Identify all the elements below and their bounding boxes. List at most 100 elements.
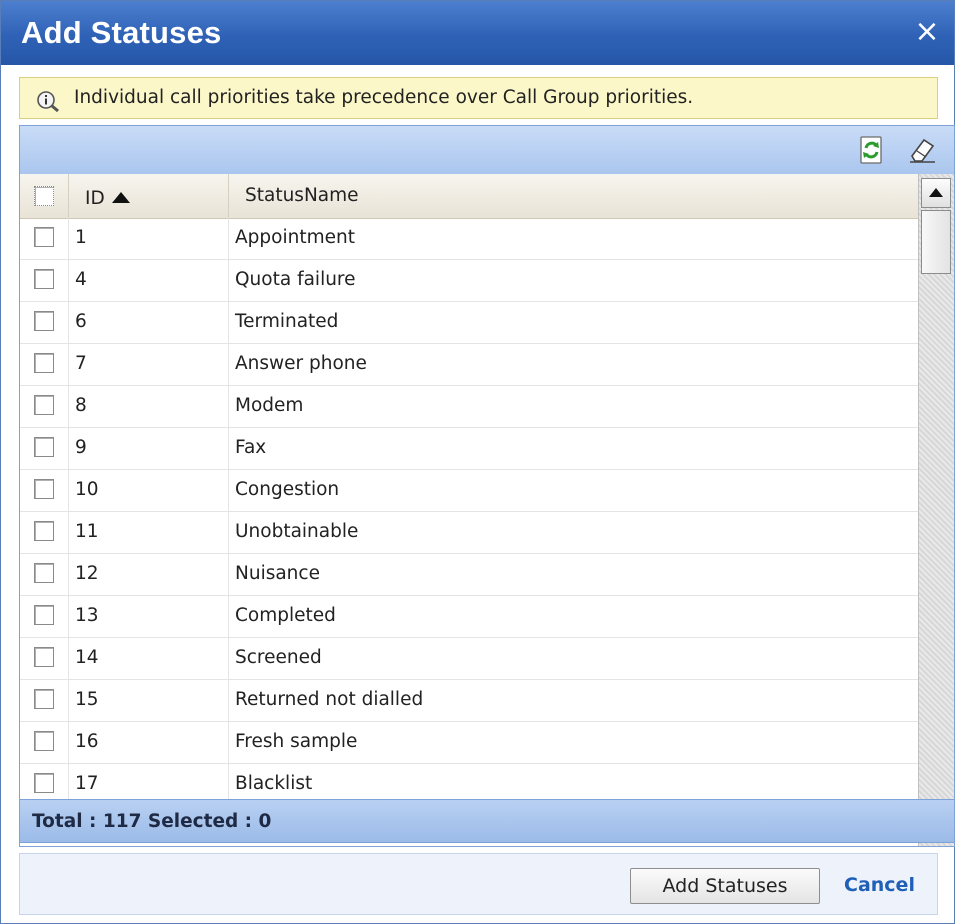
info-magnifier-icon: [36, 90, 60, 116]
row-id-cell: 9: [69, 428, 229, 470]
row-id-cell: 16: [69, 722, 229, 764]
selection-summary: Total : 117 Selected : 0: [32, 811, 272, 832]
scroll-thumb[interactable]: [921, 210, 951, 274]
row-checkbox-cell: [20, 470, 69, 512]
row-id-cell: 8: [69, 386, 229, 428]
row-checkbox[interactable]: [34, 269, 54, 289]
row-checkbox[interactable]: [34, 353, 54, 373]
row-statusname-cell: Terminated: [229, 302, 918, 344]
column-statusname-label: StatusName: [245, 185, 359, 206]
row-statusname: Fresh sample: [235, 731, 358, 752]
scroll-up-button[interactable]: [921, 178, 951, 208]
row-statusname: Answer phone: [235, 353, 367, 374]
row-statusname-cell: Answer phone: [229, 344, 918, 386]
table-row[interactable]: 14 Screened: [20, 638, 918, 680]
row-checkbox[interactable]: [34, 647, 54, 667]
row-checkbox[interactable]: [34, 479, 54, 499]
row-statusname-cell: Appointment: [229, 218, 918, 260]
grid-header: ID StatusName: [20, 174, 918, 219]
row-id: 6: [75, 311, 87, 332]
table-row[interactable]: 16 Fresh sample: [20, 722, 918, 764]
select-all-checkbox[interactable]: [34, 186, 54, 206]
row-id-cell: 11: [69, 512, 229, 554]
row-checkbox[interactable]: [34, 773, 54, 793]
table-row[interactable]: 11 Unobtainable: [20, 512, 918, 554]
row-statusname: Unobtainable: [235, 521, 359, 542]
row-statusname-cell: Screened: [229, 638, 918, 680]
grid-footer: Total : 117 Selected : 0: [19, 799, 955, 843]
row-statusname: Fax: [235, 437, 267, 458]
row-statusname-cell: Congestion: [229, 470, 918, 512]
table-row[interactable]: 1 Appointment: [20, 218, 918, 260]
row-id-cell: 4: [69, 260, 229, 302]
row-checkbox[interactable]: [34, 521, 54, 541]
close-icon[interactable]: ×: [912, 17, 942, 47]
row-id: 8: [75, 395, 87, 416]
row-checkbox-cell: [20, 260, 69, 302]
row-id: 12: [75, 563, 99, 584]
row-statusname: Blacklist: [235, 773, 313, 794]
action-bar: Add Statuses Cancel: [19, 853, 938, 915]
column-header-statusname[interactable]: StatusName: [229, 174, 918, 218]
table-row[interactable]: 7 Answer phone: [20, 344, 918, 386]
row-checkbox[interactable]: [34, 563, 54, 583]
row-id-cell: 10: [69, 470, 229, 512]
cancel-button[interactable]: Cancel: [844, 874, 915, 896]
status-grid: ID StatusName 1 Appointment 4 Quota failure…: [19, 125, 955, 847]
row-checkbox-cell: [20, 344, 69, 386]
row-id: 17: [75, 773, 99, 794]
row-id: 4: [75, 269, 87, 290]
row-id-cell: 7: [69, 344, 229, 386]
add-statuses-dialog: Add Statuses × Individual call prioritie…: [0, 0, 955, 924]
row-checkbox[interactable]: [34, 395, 54, 415]
row-checkbox[interactable]: [34, 227, 54, 247]
row-checkbox-cell: [20, 386, 69, 428]
column-header-id[interactable]: ID: [69, 174, 229, 218]
row-checkbox[interactable]: [34, 311, 54, 331]
vertical-scrollbar[interactable]: [918, 174, 954, 846]
notice-text: Individual call priorities take preceden…: [74, 87, 694, 108]
row-checkbox-cell: [20, 512, 69, 554]
row-statusname-cell: Completed: [229, 596, 918, 638]
add-statuses-button[interactable]: Add Statuses: [630, 868, 820, 904]
row-statusname: Modem: [235, 395, 304, 416]
eraser-icon[interactable]: [906, 134, 938, 166]
column-id-label: ID: [85, 188, 105, 209]
row-id: 13: [75, 605, 99, 626]
sort-ascending-icon: [111, 192, 130, 203]
row-statusname: Terminated: [235, 311, 339, 332]
row-checkbox-cell: [20, 596, 69, 638]
table-row[interactable]: 8 Modem: [20, 386, 918, 428]
refresh-icon[interactable]: [856, 134, 888, 166]
row-statusname: Screened: [235, 647, 322, 668]
row-checkbox[interactable]: [34, 731, 54, 751]
row-checkbox-cell: [20, 722, 69, 764]
table-row[interactable]: 4 Quota failure: [20, 260, 918, 302]
row-id: 9: [75, 437, 87, 458]
table-row[interactable]: 13 Completed: [20, 596, 918, 638]
row-statusname-cell: Modem: [229, 386, 918, 428]
row-statusname-cell: Fresh sample: [229, 722, 918, 764]
grid-rows: 1 Appointment 4 Quota failure 6 Terminated 7 An…: [20, 218, 918, 846]
table-row[interactable]: 6 Terminated: [20, 302, 918, 344]
row-id-cell: 13: [69, 596, 229, 638]
row-checkbox[interactable]: [34, 605, 54, 625]
row-id-cell: 6: [69, 302, 229, 344]
row-statusname: Returned not dialled: [235, 689, 424, 710]
row-checkbox-cell: [20, 554, 69, 596]
table-row[interactable]: 10 Congestion: [20, 470, 918, 512]
table-row[interactable]: 12 Nuisance: [20, 554, 918, 596]
row-statusname: Appointment: [235, 227, 355, 248]
row-id-cell: 15: [69, 680, 229, 722]
row-checkbox[interactable]: [34, 437, 54, 457]
row-id: 14: [75, 647, 99, 668]
row-statusname-cell: Quota failure: [229, 260, 918, 302]
row-id: 1: [75, 227, 87, 248]
row-checkbox[interactable]: [34, 689, 54, 709]
table-row[interactable]: 9 Fax: [20, 428, 918, 470]
row-checkbox-cell: [20, 218, 69, 260]
info-notice: Individual call priorities take preceden…: [19, 77, 938, 119]
table-row[interactable]: 15 Returned not dialled: [20, 680, 918, 722]
row-statusname: Congestion: [235, 479, 340, 500]
row-statusname-cell: Returned not dialled: [229, 680, 918, 722]
